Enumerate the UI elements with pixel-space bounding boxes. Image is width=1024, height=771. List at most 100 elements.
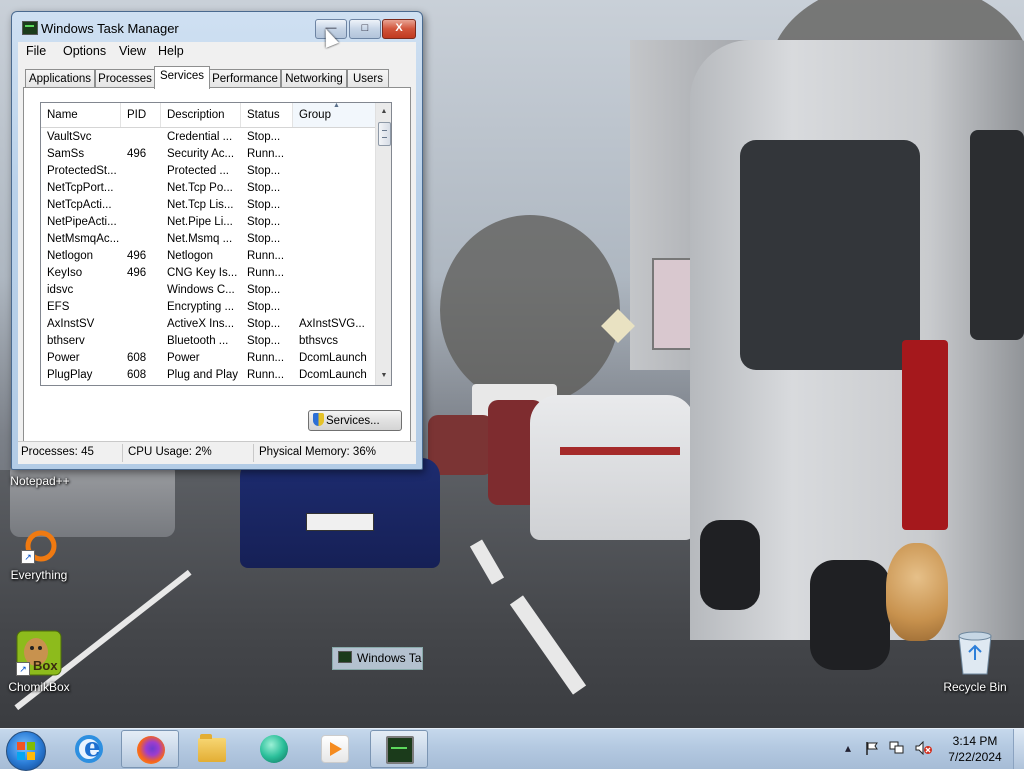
cell-name: NetMsmqAc... bbox=[47, 233, 120, 245]
wallpaper-license-plate bbox=[306, 513, 374, 531]
scroll-down-arrow-icon[interactable]: ▼ bbox=[378, 369, 390, 383]
show-hidden-icons-arrow-icon[interactable]: ▴ bbox=[845, 741, 851, 755]
task-manager-icon bbox=[386, 736, 414, 764]
services-tab-panel: Name PID Description Status Group ▲ Vaul… bbox=[23, 87, 411, 445]
task-manager-window[interactable]: Windows Task Manager — □ X File Options … bbox=[11, 11, 423, 470]
cell-description: Protected ... bbox=[167, 165, 230, 177]
taskbar: ▴ 3:14 PM 7/22/2024 bbox=[0, 728, 1024, 771]
desktop-icon-notepad-plus-plus[interactable]: Notepad++ bbox=[0, 474, 80, 488]
table-row[interactable]: PlugPlay 608 Plug and Play Runn... DcomLaunc… bbox=[41, 367, 376, 384]
cell-description: Windows C... bbox=[167, 284, 235, 296]
cell-name: Power bbox=[47, 352, 80, 364]
tab-processes[interactable]: Processes bbox=[95, 69, 155, 88]
show-desktop-button[interactable] bbox=[1013, 729, 1024, 769]
network-icon[interactable] bbox=[889, 741, 905, 758]
desktop-icon-everything[interactable]: ↗ Everything bbox=[0, 528, 79, 582]
taskbar-task-manager[interactable] bbox=[370, 730, 428, 768]
cell-description: Netlogon bbox=[167, 250, 214, 262]
wallpaper-van-window bbox=[970, 130, 1024, 340]
table-row[interactable]: NetMsmqAc... Net.Msmq ... Stop... bbox=[41, 231, 376, 248]
table-row[interactable]: NetTcpActi... Net.Tcp Lis... Stop... bbox=[41, 197, 376, 214]
column-header-description[interactable]: Description bbox=[161, 103, 241, 127]
volume-muted-icon[interactable] bbox=[915, 740, 933, 758]
table-row[interactable]: NetPipeActi... Net.Pipe Li... Stop... bbox=[41, 214, 376, 231]
taskbar-browser[interactable] bbox=[245, 730, 303, 768]
cell-status: Runn... bbox=[247, 250, 285, 262]
desktop-icon-recycle-bin[interactable]: Recycle Bin bbox=[935, 630, 1015, 694]
table-row[interactable]: Power 608 Power Runn... DcomLaunch bbox=[41, 350, 376, 367]
services-list[interactable]: Name PID Description Status Group ▲ Vaul… bbox=[40, 102, 392, 386]
clock-time: 3:14 PM bbox=[952, 734, 998, 748]
column-header-name[interactable]: Name bbox=[41, 103, 121, 127]
table-row[interactable]: SamSs 496 Security Ac... Runn... bbox=[41, 146, 376, 163]
menu-file[interactable]: File bbox=[26, 44, 46, 58]
cell-status: Stop... bbox=[247, 131, 281, 143]
tab-applications[interactable]: Applications bbox=[25, 69, 95, 88]
cell-pid: 496 bbox=[127, 267, 147, 279]
cell-status: Stop... bbox=[247, 318, 281, 330]
menu-options[interactable]: Options bbox=[63, 44, 106, 58]
cell-status: Stop... bbox=[247, 182, 281, 194]
cell-name: NetTcpActi... bbox=[47, 199, 112, 211]
table-row[interactable]: AxInstSV ActiveX Ins... Stop... AxInstSVG..… bbox=[41, 316, 376, 333]
vertical-scrollbar[interactable]: ▲ ▼ bbox=[375, 103, 391, 385]
table-row[interactable]: VaultSvc Credential ... Stop... bbox=[41, 129, 376, 146]
taskbar-file-explorer[interactable] bbox=[183, 730, 241, 768]
table-row[interactable]: EFS Encrypting ... Stop... bbox=[41, 299, 376, 316]
taskbar-internet-explorer[interactable] bbox=[60, 730, 118, 768]
cell-status: Stop... bbox=[247, 284, 281, 296]
action-center-flag-icon[interactable] bbox=[865, 741, 879, 758]
list-header: Name PID Description Status Group ▲ bbox=[41, 103, 376, 128]
services-button-label: Services... bbox=[326, 415, 380, 427]
close-button[interactable]: X bbox=[382, 19, 416, 39]
column-header-status[interactable]: Status bbox=[241, 103, 293, 127]
cell-pid: 496 bbox=[127, 250, 147, 262]
table-row[interactable]: ProtectedSt... Protected ... Stop... bbox=[41, 163, 376, 180]
task-manager-icon bbox=[22, 21, 38, 35]
everything-search-icon: ↗ bbox=[21, 528, 57, 564]
taskbar-media-player[interactable] bbox=[306, 730, 364, 768]
cell-description: Plug and Play bbox=[167, 369, 238, 381]
tab-networking[interactable]: Networking bbox=[281, 69, 347, 88]
desktop-icon-label: ChomikBox bbox=[8, 680, 70, 694]
status-separator bbox=[253, 444, 254, 462]
maximize-button[interactable]: □ bbox=[349, 19, 381, 39]
sort-ascending-icon: ▲ bbox=[333, 102, 340, 109]
cell-name: NetPipeActi... bbox=[47, 216, 117, 228]
table-row[interactable]: Netlogon 496 Netlogon Runn... bbox=[41, 248, 376, 265]
table-row[interactable]: idsvc Windows C... Stop... bbox=[41, 282, 376, 299]
desktop-icon-label: Recycle Bin bbox=[943, 680, 1007, 694]
services-button[interactable]: Services... bbox=[308, 410, 402, 431]
file-explorer-icon bbox=[198, 734, 226, 762]
start-button[interactable] bbox=[6, 731, 46, 771]
scrollbar-thumb[interactable] bbox=[378, 122, 391, 146]
cell-status: Runn... bbox=[247, 369, 285, 381]
cell-status: Runn... bbox=[247, 267, 285, 279]
taskbar-firefox[interactable] bbox=[121, 730, 179, 768]
drag-ghost-label: Windows Ta bbox=[357, 651, 422, 665]
window-titlebar[interactable]: Windows Task Manager — □ X bbox=[12, 12, 422, 42]
table-row[interactable]: KeyIso 496 CNG Key Is... Runn... bbox=[41, 265, 376, 282]
scroll-up-arrow-icon[interactable]: ▲ bbox=[378, 105, 390, 119]
column-header-pid[interactable]: PID bbox=[121, 103, 161, 127]
tab-services[interactable]: Services bbox=[154, 66, 210, 89]
cell-status: Stop... bbox=[247, 199, 281, 211]
wallpaper-tree bbox=[440, 215, 620, 405]
tab-performance[interactable]: Performance bbox=[209, 69, 281, 88]
hamster-mascot-image bbox=[886, 543, 948, 641]
desktop-icon-chomikbox[interactable]: Box ↗ ChomikBox bbox=[0, 630, 79, 694]
menu-help[interactable]: Help bbox=[158, 44, 184, 58]
wallpaper-car-taillight bbox=[560, 447, 680, 455]
cell-description: Net.Pipe Li... bbox=[167, 216, 233, 228]
window-title: Windows Task Manager bbox=[41, 21, 179, 36]
wallpaper-car bbox=[428, 415, 493, 475]
table-row[interactable]: NetTcpPort... Net.Tcp Po... Stop... bbox=[41, 180, 376, 197]
cell-description: Security Ac... bbox=[167, 148, 235, 160]
status-cpu-usage: CPU Usage: 2% bbox=[128, 446, 212, 458]
taskbar-clock[interactable]: 3:14 PM 7/22/2024 bbox=[942, 733, 1008, 765]
menu-view[interactable]: View bbox=[119, 44, 146, 58]
recycle-bin-icon bbox=[955, 630, 995, 676]
tab-users[interactable]: Users bbox=[347, 69, 389, 88]
table-row[interactable]: bthserv Bluetooth ... Stop... bthsvcs bbox=[41, 333, 376, 350]
cell-description: Net.Tcp Po... bbox=[167, 182, 233, 194]
